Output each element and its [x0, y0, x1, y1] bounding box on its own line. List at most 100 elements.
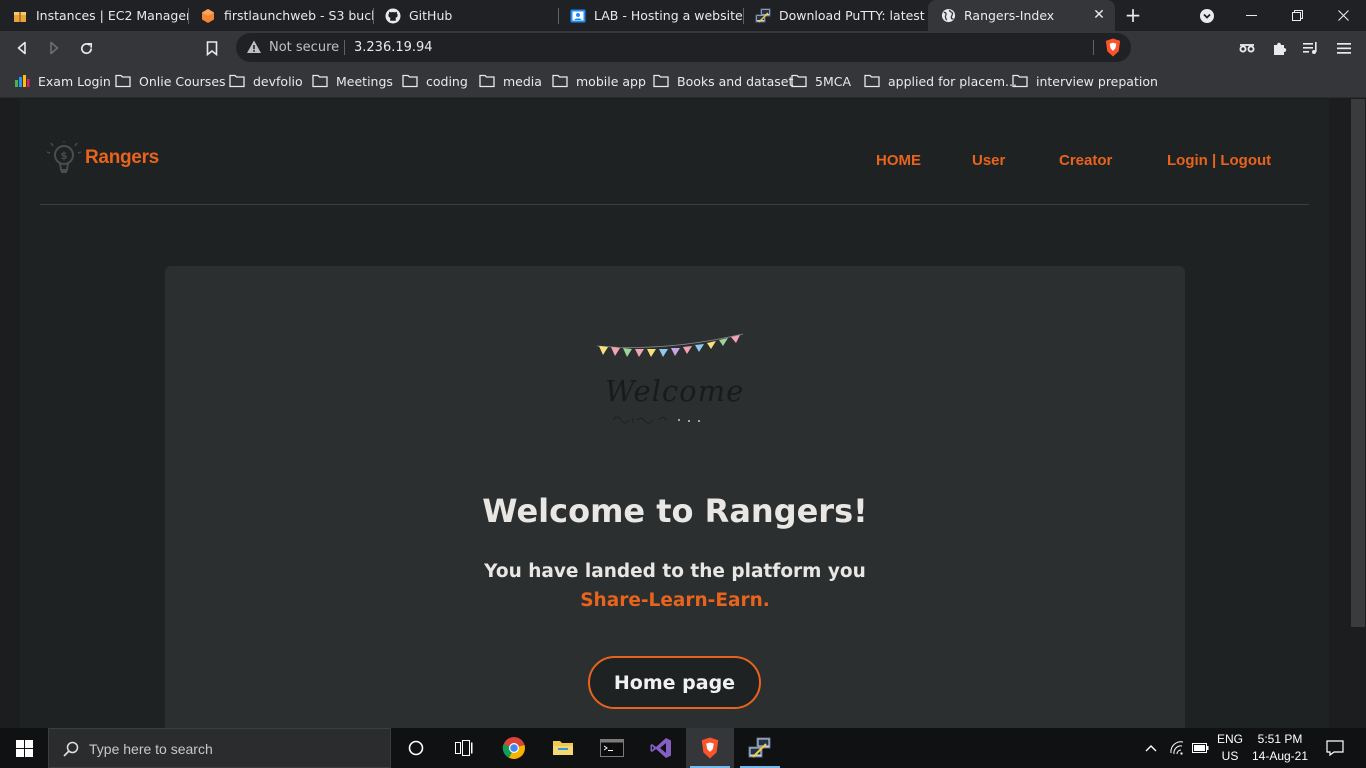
bar-chart-favicon-icon: [15, 75, 30, 87]
tab-ec2-instances[interactable]: Instances | EC2 Managemen: [0, 0, 188, 31]
tab-search-button[interactable]: [1184, 0, 1230, 31]
bookmark-folder-applied-for-placement[interactable]: applied for placem...: [864, 71, 1017, 91]
putty-icon: [748, 737, 771, 758]
forward-button[interactable]: [42, 36, 66, 60]
bookmark-button[interactable]: [200, 36, 224, 60]
tab-close-icon[interactable]: ✕: [1091, 7, 1107, 23]
folder-icon: [479, 74, 495, 88]
cortana-circle-icon: [408, 740, 424, 756]
tab-rangers-index[interactable]: Rangers-Index ✕: [928, 0, 1115, 31]
globe-icon: [940, 8, 956, 24]
minimize-button[interactable]: [1228, 0, 1274, 31]
folder-icon: [864, 74, 880, 88]
bookmark-folder-books-and-dataset[interactable]: Books and dataset: [653, 71, 793, 91]
bookmarks-bar: Exam Login Onlie Courses devfolio Meetin…: [0, 65, 1366, 98]
tab-s3-bucket[interactable]: firstlaunchweb - S3 bucket: [188, 0, 373, 31]
bookmark-folder-devfolio[interactable]: devfolio: [229, 71, 303, 91]
start-button[interactable]: [0, 728, 48, 768]
clock-date: 14-Aug-21: [1251, 749, 1309, 763]
page-scrollbar[interactable]: [1350, 99, 1366, 728]
tab-title: Instances | EC2 Managemen: [36, 8, 188, 23]
tab-github[interactable]: GitHub: [373, 0, 558, 31]
search-icon: [63, 741, 79, 757]
back-arrow-icon: [17, 41, 26, 55]
url-text[interactable]: 3.236.19.94: [354, 40, 433, 55]
tab-title: GitHub: [409, 8, 453, 23]
tab-lab-hosting[interactable]: LAB - Hosting a website usir: [558, 0, 743, 31]
forward-arrow-icon: [50, 41, 59, 55]
folder-explorer-icon: [553, 741, 573, 755]
reload-button[interactable]: [74, 36, 98, 60]
bookmark-label: Books and dataset: [677, 73, 794, 89]
bookmark-exam-login[interactable]: Exam Login: [14, 71, 111, 91]
welcome-illustration-scribble: [612, 416, 700, 424]
restore-button[interactable]: [1274, 0, 1320, 31]
welcome-slogan: Share-Learn-Earn.: [580, 590, 770, 611]
site-logo[interactable]: $ Rangers: [47, 141, 159, 175]
brave-shields-icon[interactable]: [1104, 38, 1122, 57]
clock[interactable]: 5:51 PM 14-Aug-21: [1248, 731, 1312, 765]
menu-button[interactable]: [1332, 36, 1356, 60]
language-indicator[interactable]: ENG US: [1214, 731, 1246, 765]
taskbar-brave[interactable]: [686, 728, 734, 768]
classroom-icon: [570, 8, 586, 24]
site-container: $ Rangers HOME User Creator Login | Logo…: [20, 99, 1329, 728]
visual-studio-icon: [650, 738, 671, 758]
page-viewport: $ Rangers HOME User Creator Login | Logo…: [0, 99, 1366, 728]
nav-link-home[interactable]: HOME: [876, 152, 921, 169]
scrollbar-thumb[interactable]: [1351, 99, 1365, 627]
bookmark-folder-5mca[interactable]: 5MCA: [791, 71, 851, 91]
action-center-button[interactable]: [1320, 728, 1350, 768]
bookmark-label: devfolio: [253, 73, 303, 89]
back-button[interactable]: [10, 36, 34, 60]
bookmark-folder-interview-prepation[interactable]: interview prepation: [1012, 71, 1158, 91]
security-status-label[interactable]: Not secure: [269, 40, 339, 55]
taskbar-terminal[interactable]: [588, 728, 636, 768]
bookmark-folder-media[interactable]: media: [479, 71, 542, 91]
close-window-button[interactable]: [1320, 0, 1366, 31]
taskbar-chrome[interactable]: [490, 728, 538, 768]
aws-icon: [12, 8, 28, 24]
nav-link-creator[interactable]: Creator: [1059, 152, 1112, 169]
taskbar-search-box[interactable]: Type here to search: [48, 728, 391, 768]
show-hidden-icons-button[interactable]: [1141, 728, 1161, 768]
nav-link-user[interactable]: User: [972, 152, 1005, 169]
battery-button[interactable]: [1189, 728, 1211, 768]
task-view-icon: [455, 740, 473, 756]
folder-icon: [1012, 74, 1028, 88]
folder-icon: [552, 74, 568, 88]
taskbar-file-explorer[interactable]: [539, 728, 587, 768]
hamburger-menu-icon: [1337, 42, 1351, 54]
tab-title: Download PuTTY: latest rele: [779, 8, 928, 23]
tab-title: LAB - Hosting a website usir: [594, 8, 743, 23]
restore-icon: [1291, 10, 1303, 21]
notification-icon: [1326, 740, 1344, 756]
bookmark-folder-onlie-courses[interactable]: Onlie Courses: [115, 71, 226, 91]
home-page-button[interactable]: Home page: [588, 656, 761, 709]
tab-putty-download[interactable]: Download PuTTY: latest rele: [743, 0, 928, 31]
bookmark-folder-coding[interactable]: coding: [402, 71, 468, 91]
network-button[interactable]: [1166, 728, 1188, 768]
search-placeholder: Type here to search: [89, 741, 213, 757]
new-tab-button[interactable]: +: [1122, 4, 1144, 26]
taskbar-putty[interactable]: [736, 728, 784, 768]
extensions-button[interactable]: [1268, 36, 1292, 60]
bookmark-folder-mobile-app[interactable]: mobile app: [552, 71, 646, 91]
cortana-button[interactable]: [392, 728, 440, 768]
bookmark-folder-meetings[interactable]: Meetings: [312, 71, 393, 91]
address-bar[interactable]: Not secure 3.236.19.94: [236, 33, 1131, 62]
terminal-icon: [600, 739, 624, 757]
windows-taskbar: Type here to search ENG US 5:51 PM 14-Au: [0, 728, 1366, 768]
folder-icon: [312, 74, 328, 88]
nav-link-login-logout[interactable]: Login | Logout: [1167, 152, 1271, 169]
chrome-icon: [502, 737, 525, 759]
svg-text:$: $: [61, 151, 68, 162]
site-header: $ Rangers HOME User Creator Login | Logo…: [40, 99, 1309, 205]
task-view-button[interactable]: [440, 728, 488, 768]
welcome-tagline: You have landed to the platform you: [484, 561, 866, 582]
aws-s3-icon: [200, 8, 216, 24]
media-queue-button[interactable]: [1299, 36, 1323, 60]
taskbar-visual-studio[interactable]: [637, 728, 685, 768]
warning-icon[interactable]: [246, 39, 262, 55]
extension-button[interactable]: [1235, 36, 1259, 60]
